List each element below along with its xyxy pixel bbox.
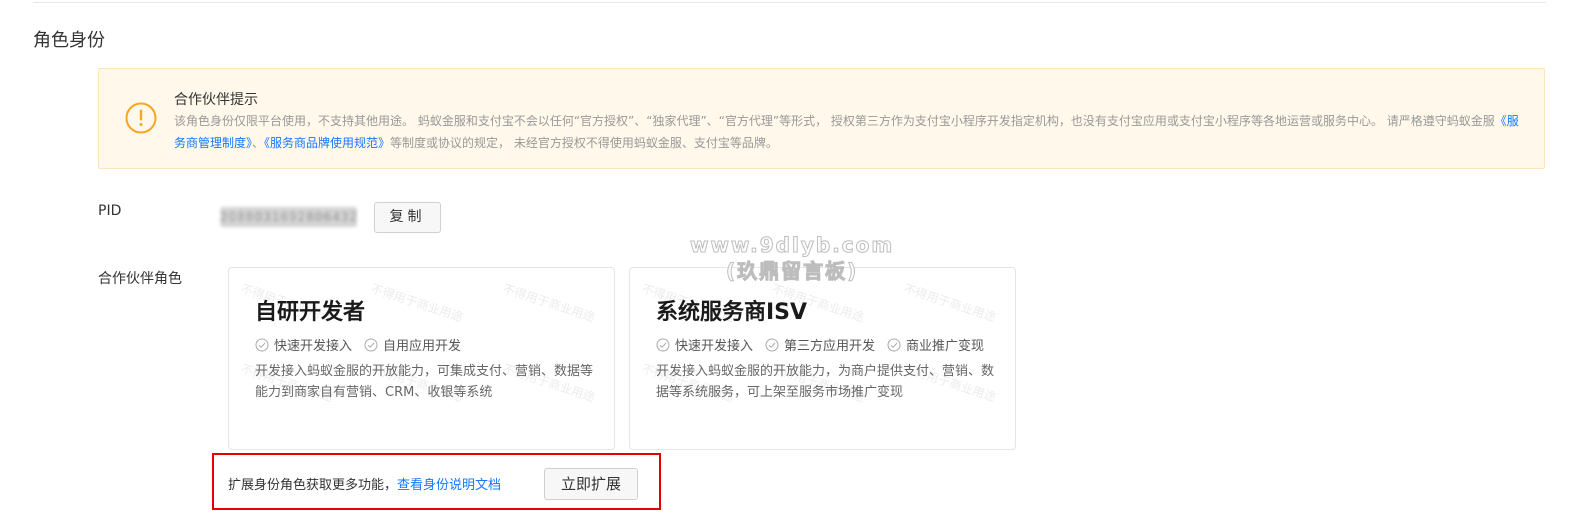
pid-value: 2088031692806432 [220, 207, 357, 227]
alert-separator: 、 [252, 136, 265, 150]
alert-title: 合作伙伴提示 [174, 92, 258, 108]
card-title: 自研开发者 [255, 300, 366, 325]
card-description: 开发接入蚂蚁金服的开放能力，为商户提供支付、营销、数据等系统服务，可上架至服务市… [656, 364, 995, 400]
card-tags: 快速开发接入 自用应用开发 [255, 335, 461, 354]
card-tag: 自用应用开发 [364, 335, 461, 354]
check-circle-icon [887, 338, 901, 351]
site-watermark-name: (玖鼎留言板) [725, 259, 859, 284]
identity-docs-link[interactable]: 查看身份说明文档 [397, 478, 501, 493]
card-tag-label: 第三方应用开发 [784, 339, 876, 354]
card-description: 开发接入蚂蚁金服的开放能力，可集成支付、营销、数据等能力到商家自有营销、CRM、… [255, 364, 594, 400]
card-title: 系统服务商ISV [656, 300, 808, 325]
top-divider [33, 2, 1546, 3]
check-circle-icon [255, 338, 269, 351]
section-title: 角色身份 [33, 30, 105, 51]
card-tag-label: 自用应用开发 [383, 339, 462, 354]
pid-label: PID [98, 203, 122, 219]
card-watermark: 不得用于商业用途 [501, 281, 597, 325]
card-tag: 快速开发接入 [656, 335, 753, 354]
role-card-isv[interactable]: 不得用于商业用途 不得用于商业用途 不得用于商业用途 不得用于商业用途 不得用于… [629, 267, 1016, 450]
partner-role-label: 合作伙伴角色 [98, 271, 182, 287]
site-watermark: www.9dlyb.com (玖鼎留言板) [689, 232, 895, 284]
copy-pid-button[interactable]: 复制 [374, 202, 441, 233]
card-tag-label: 快速开发接入 [675, 339, 754, 354]
expand-hint: 扩展身份角色获取更多功能，查看身份说明文档 [228, 474, 501, 493]
check-circle-icon [364, 338, 378, 351]
card-tag: 第三方应用开发 [765, 335, 875, 354]
partner-notice-alert: 合作伙伴提示 该角色身份仅限平台使用，不支持其他用途。 蚂蚁金服和支付宝不会以任… [98, 68, 1545, 169]
alert-body-text: 该角色身份仅限平台使用，不支持其他用途。 蚂蚁金服和支付宝不会以任何“官方授权”… [174, 114, 1495, 128]
check-circle-icon [656, 338, 670, 351]
check-circle-icon [765, 338, 779, 351]
card-tag-label: 商业推广变现 [906, 339, 985, 354]
expand-hint-text: 扩展身份角色获取更多功能， [228, 478, 398, 493]
card-tag: 快速开发接入 [255, 335, 352, 354]
brand-usage-rules-link[interactable]: 《服务商品牌使用规范》 [264, 136, 390, 150]
expand-role-highlight: 扩展身份角色获取更多功能，查看身份说明文档 立即扩展 [212, 453, 661, 510]
card-tags: 快速开发接入 第三方应用开发 商业推广变现 [656, 335, 984, 354]
alert-body: 该角色身份仅限平台使用，不支持其他用途。 蚂蚁金服和支付宝不会以任何“官方授权”… [174, 110, 1529, 154]
expand-now-button[interactable]: 立即扩展 [544, 468, 638, 500]
site-watermark-url: www.9dlyb.com [689, 233, 895, 258]
exclamation-circle-icon [125, 102, 157, 134]
card-watermark: 不得用于商业用途 [902, 281, 998, 325]
card-tag-label: 快速开发接入 [274, 339, 353, 354]
card-tag: 商业推广变现 [887, 335, 984, 354]
alert-body-text-2: 等制度或协议的规定， 未经官方授权不得使用蚂蚁金服、支付宝等品牌。 [390, 136, 778, 150]
card-watermark: 不得用于商业用途 [369, 281, 465, 325]
role-card-self-developer[interactable]: 不得用于商业用途 不得用于商业用途 不得用于商业用途 不得用于商业用途 不得用于… [228, 267, 615, 450]
